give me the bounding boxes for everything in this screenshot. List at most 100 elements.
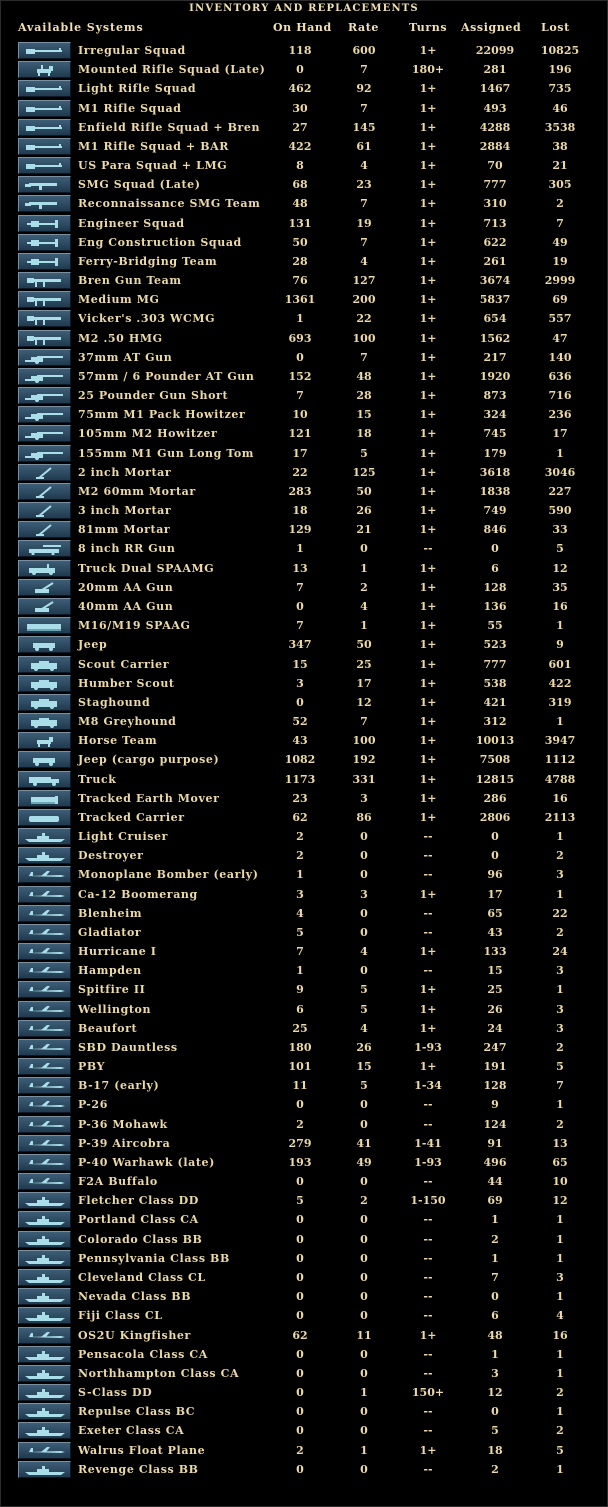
table-row[interactable]: 8 inch RR Gun 1 0 -- 0 5 — [1, 539, 607, 558]
engineer-icon[interactable] — [18, 233, 71, 251]
table-row[interactable]: Pensacola Class CA 0 0 -- 1 1 — [1, 1345, 607, 1364]
field-gun-icon[interactable] — [18, 425, 71, 443]
table-row[interactable]: 57mm / 6 Pounder AT Gun 152 48 1+ 1920 636 — [1, 367, 607, 386]
aircraft-icon[interactable] — [18, 904, 71, 922]
table-row[interactable]: Irregular Squad 118 600 1+ 22099 10825 — [1, 41, 607, 60]
table-row[interactable]: M2 60mm Mortar 283 50 1+ 1838 227 — [1, 482, 607, 501]
column-header-rate[interactable]: Rate — [348, 18, 379, 37]
field-gun-icon[interactable] — [18, 348, 71, 366]
aircraft-icon[interactable] — [18, 885, 71, 903]
aircraft-icon[interactable] — [18, 1326, 71, 1344]
table-row[interactable]: 81mm Mortar 129 21 1+ 846 33 — [1, 520, 607, 539]
table-row[interactable]: Horse Team 43 100 1+ 10013 3947 — [1, 731, 607, 750]
aircraft-icon[interactable] — [18, 1038, 71, 1056]
bulldozer-icon[interactable] — [18, 789, 71, 807]
table-row[interactable]: Enfield Rifle Squad + Bren 27 145 1+ 4288 353… — [1, 118, 607, 137]
aircraft-icon[interactable] — [18, 866, 71, 884]
table-row[interactable]: Bren Gun Team 76 127 1+ 3674 2999 — [1, 271, 607, 290]
table-row[interactable]: F2A Buffalo 0 0 -- 44 10 — [1, 1172, 607, 1191]
aircraft-icon[interactable] — [18, 1058, 71, 1076]
aircraft-icon[interactable] — [18, 1153, 71, 1171]
aa-vehicle-icon[interactable] — [18, 559, 71, 577]
table-row[interactable]: Jeep (cargo purpose) 1082 192 1+ 7508 1112 — [1, 750, 607, 769]
table-row[interactable]: Fiji Class CL 0 0 -- 6 4 — [1, 1306, 607, 1325]
railway-gun-icon[interactable] — [18, 540, 71, 558]
ship-icon[interactable] — [18, 1269, 71, 1286]
mortar-icon[interactable] — [18, 463, 71, 481]
table-row[interactable]: Ca-12 Boomerang 3 3 1+ 17 1 — [1, 885, 607, 904]
aircraft-icon[interactable] — [18, 1134, 71, 1152]
table-row[interactable]: Nevada Class BB 0 0 -- 0 1 — [1, 1287, 607, 1306]
table-row[interactable]: Eng Construction Squad 50 7 1+ 622 49 — [1, 233, 607, 252]
table-row[interactable]: 40mm AA Gun 0 4 1+ 136 16 — [1, 597, 607, 616]
machinegun-icon[interactable] — [18, 310, 71, 328]
table-row[interactable]: Humber Scout 3 17 1+ 538 422 — [1, 674, 607, 693]
horse-icon[interactable] — [18, 732, 71, 750]
table-row[interactable]: Monoplane Bomber (early) 1 0 -- 96 3 — [1, 865, 607, 884]
aircraft-icon[interactable] — [18, 943, 71, 961]
table-row[interactable]: Pennsylvania Class BB 0 0 -- 1 1 — [1, 1249, 607, 1268]
ship-icon[interactable] — [18, 1403, 71, 1421]
smg-icon[interactable] — [18, 176, 71, 194]
column-header-lost[interactable]: Lost — [541, 18, 570, 37]
table-row[interactable]: Staghound 0 12 1+ 421 319 — [1, 693, 607, 712]
aircraft-icon[interactable] — [18, 1173, 71, 1191]
horse-rifle-icon[interactable] — [18, 61, 71, 79]
table-row[interactable]: Blenheim 4 0 -- 65 22 — [1, 904, 607, 923]
ship-icon[interactable] — [18, 1230, 71, 1248]
column-header-assigned[interactable]: Assigned — [461, 18, 521, 37]
table-row[interactable]: 25 Pounder Gun Short 7 28 1+ 873 716 — [1, 386, 607, 405]
table-row[interactable]: SMG Squad (Late) 68 23 1+ 777 305 — [1, 175, 607, 194]
table-row[interactable]: Truck Dual SPAAMG 13 1 1+ 6 12 — [1, 559, 607, 578]
table-row[interactable]: P-36 Mohawk 2 0 -- 124 2 — [1, 1115, 607, 1134]
ship-icon[interactable] — [18, 828, 71, 846]
table-row[interactable]: Colorado Class BB 0 0 -- 2 1 — [1, 1230, 607, 1249]
table-row[interactable]: P-40 Warhawk (late) 193 49 1-93 496 65 — [1, 1153, 607, 1172]
table-row[interactable]: S-Class DD 0 1 150+ 12 2 — [1, 1383, 607, 1402]
aircraft-icon[interactable] — [18, 1000, 71, 1018]
table-row[interactable]: Destroyer 2 0 -- 0 2 — [1, 846, 607, 865]
aircraft-icon[interactable] — [18, 1019, 71, 1037]
table-row[interactable]: Truck 1173 331 1+ 12815 4788 — [1, 770, 607, 789]
ship-icon[interactable] — [18, 1249, 71, 1267]
table-row[interactable]: Gladiator 5 0 -- 43 2 — [1, 923, 607, 942]
table-row[interactable]: Medium MG 1361 200 1+ 5837 69 — [1, 290, 607, 309]
aircraft-icon[interactable] — [18, 1096, 71, 1114]
table-row[interactable]: OS2U Kingfisher 62 11 1+ 48 16 — [1, 1326, 607, 1345]
table-row[interactable]: 3 inch Mortar 18 26 1+ 749 590 — [1, 501, 607, 520]
table-row[interactable]: Hurricane I 7 4 1+ 133 24 — [1, 942, 607, 961]
table-row[interactable]: 105mm M2 Howitzer 121 18 1+ 745 17 — [1, 424, 607, 443]
ship-icon[interactable] — [18, 847, 71, 865]
ship-icon[interactable] — [18, 1288, 71, 1306]
table-row[interactable]: Walrus Float Plane 2 1 1+ 18 5 — [1, 1441, 607, 1460]
table-row[interactable]: Hampden 1 0 -- 15 3 — [1, 961, 607, 980]
column-header-on-hand[interactable]: On Hand — [273, 18, 332, 37]
mortar-icon[interactable] — [18, 521, 71, 539]
table-row[interactable]: Wellington 6 5 1+ 26 3 — [1, 1000, 607, 1019]
table-row[interactable]: 2 inch Mortar 22 125 1+ 3618 3046 — [1, 463, 607, 482]
table-row[interactable]: Exeter Class CA 0 0 -- 5 2 — [1, 1421, 607, 1440]
field-gun-icon[interactable] — [18, 387, 71, 405]
table-row[interactable]: Revenge Class BB 0 0 -- 2 1 — [1, 1460, 607, 1479]
table-row[interactable]: Cleveland Class CL 0 0 -- 7 3 — [1, 1268, 607, 1287]
field-gun-icon[interactable] — [18, 444, 71, 462]
table-row[interactable]: P-26 0 0 -- 9 1 — [1, 1095, 607, 1114]
ship-icon[interactable] — [18, 1192, 71, 1210]
machinegun-icon[interactable] — [18, 291, 71, 309]
aircraft-icon[interactable] — [18, 1115, 71, 1133]
column-header-turns[interactable]: Turns — [409, 18, 447, 37]
table-row[interactable]: Tracked Earth Mover 23 3 1+ 286 16 — [1, 789, 607, 808]
rifle-icon[interactable] — [18, 99, 71, 117]
mortar-icon[interactable] — [18, 502, 71, 520]
smg-icon[interactable] — [18, 195, 71, 213]
field-gun-icon[interactable] — [18, 367, 71, 385]
rifle-icon[interactable] — [18, 42, 71, 59]
halftrack-icon[interactable] — [18, 617, 71, 635]
armored-car-icon[interactable] — [18, 693, 71, 711]
mortar-icon[interactable] — [18, 482, 71, 500]
table-row[interactable]: 37mm AT Gun 0 7 1+ 217 140 — [1, 348, 607, 367]
table-row[interactable]: Ferry-Bridging Team 28 4 1+ 261 19 — [1, 252, 607, 271]
table-row[interactable]: 155mm M1 Gun Long Tom 17 5 1+ 179 1 — [1, 444, 607, 463]
aa-gun-icon[interactable] — [18, 578, 71, 596]
jeep-icon[interactable] — [18, 636, 71, 654]
